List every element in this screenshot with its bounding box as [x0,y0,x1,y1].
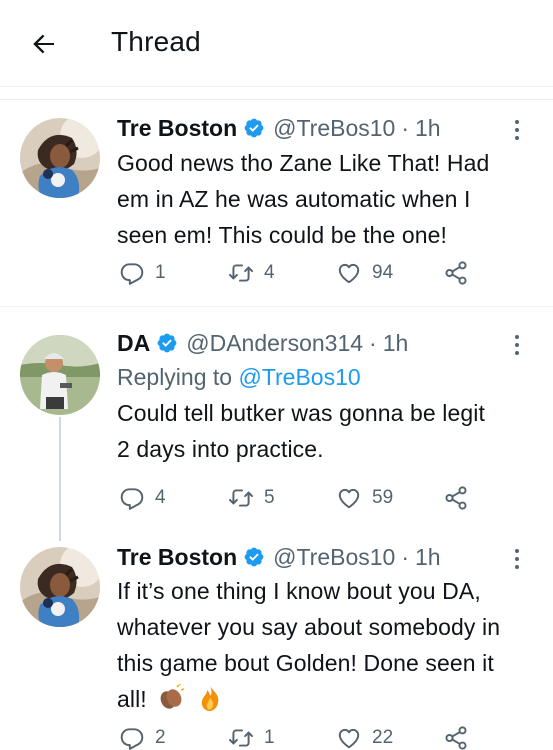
reply-button[interactable]: 1 [119,260,166,286]
replying-to-handle[interactable]: @TreBos10 [238,364,360,390]
more-icon[interactable] [507,333,527,357]
fire-emoji [201,686,219,711]
verified-badge-icon [243,117,265,139]
replying-to: Replying to @TreBos10 [117,360,523,395]
more-icon[interactable] [507,547,527,571]
separator-dot: · [369,330,377,356]
share-button[interactable] [443,725,469,750]
more-icon[interactable] [507,118,527,142]
tweet-text-line: Good news tho Zane Like That! Had [117,150,490,176]
tweet-text-line: whatever you say about somebody in [117,614,501,640]
tweet-1[interactable]: Tre Boston @TreBos10 · 1h Good news tho … [0,100,553,306]
avatar-tre-boston[interactable] [20,118,100,198]
retweet-button[interactable]: 4 [228,260,275,286]
tweet-text: If it’s one thing I know bout you DA, wh… [117,573,523,717]
reply-icon [119,725,145,750]
timestamp[interactable]: 1h [415,543,441,571]
retweet-count: 4 [264,262,275,283]
replying-to-label: Replying to [117,364,239,390]
tweet-meta: Tre Boston @TreBos10 · 1h [117,543,523,571]
tweet-text-line: seen em! This could be the one! [117,222,447,248]
like-count: 22 [372,727,394,748]
tweet-text-line: If it’s one thing I know bout you DA, [117,578,481,604]
retweet-icon [228,725,254,750]
tweet-text-line: em in AZ he was automatic when I [117,186,471,212]
like-button[interactable]: 22 [336,725,393,750]
back-button[interactable] [26,26,62,62]
tweet-text-segment: all! [117,686,147,712]
clapping-hands-emoji [160,684,185,709]
reply-button[interactable]: 2 [119,725,166,750]
share-icon [443,725,469,750]
retweet-button[interactable]: 5 [228,485,275,511]
tweet-meta: DA @DAnderson314 · 1h [117,329,523,357]
tweet-text-line: all! [117,681,523,717]
timestamp[interactable]: 1h [383,329,409,357]
like-count: 94 [372,262,394,283]
reply-count: 1 [155,262,166,283]
tweet-content: Tre Boston @TreBos10 · 1h If it’s one th… [117,543,523,717]
retweet-button[interactable]: 1 [228,725,275,750]
separator-dot: · [401,115,410,141]
reply-icon [119,260,145,286]
like-count: 59 [372,487,394,508]
reply-icon [119,485,145,511]
retweet-count: 5 [264,487,275,508]
author-name[interactable]: Tre Boston [117,114,237,142]
share-button[interactable] [443,485,469,511]
like-button[interactable]: 94 [336,260,393,286]
like-button[interactable]: 59 [336,485,393,511]
page-title: Thread [111,26,201,57]
reply-button[interactable]: 4 [119,485,166,511]
retweet-count: 1 [264,727,275,748]
tweet-text: Good news tho Zane Like That! Had em in … [117,145,523,253]
heart-icon [336,260,362,286]
thread-connector-line [59,417,61,541]
heart-icon [336,485,362,511]
tweet-text-line: 2 days into practice. [117,436,324,462]
tweet-text: Could tell butker was gonna be legit 2 d… [117,395,523,467]
author-handle[interactable]: @TreBos10 [273,114,395,142]
verified-badge-icon [243,546,265,568]
tweet-3[interactable]: Tre Boston @TreBos10 · 1h If it’s one th… [0,531,553,750]
timestamp[interactable]: 1h [415,114,441,142]
separator-dot: · [401,544,410,570]
avatar-tre-boston[interactable] [20,547,100,627]
avatar-da[interactable] [20,335,100,415]
tweet-content: DA @DAnderson314 · 1h Replying to @TreBo… [117,329,523,467]
author-name[interactable]: Tre Boston [117,543,237,571]
heart-icon [336,725,362,750]
section-gap [0,87,553,99]
arrow-left-icon [33,34,54,54]
retweet-icon [228,260,254,286]
share-icon [443,485,469,511]
thread-header: Thread [0,0,553,86]
retweet-icon [228,485,254,511]
tweet-text-line: Could tell butker was gonna be legit [117,400,485,426]
author-name[interactable]: DA [117,329,150,357]
tweet-text-line: this game bout Golden! Done seen it [117,650,494,676]
verified-badge-icon [156,332,178,354]
tweet-content: Tre Boston @TreBos10 · 1h Good news tho … [117,114,523,253]
tweet-2[interactable]: DA @DAnderson314 · 1h Replying to @TreBo… [0,307,553,541]
author-handle[interactable]: @TreBos10 [273,543,395,571]
author-handle[interactable]: @DAnderson314 [186,329,363,357]
share-icon [443,260,469,286]
tweet-meta: Tre Boston @TreBos10 · 1h [117,114,523,142]
reply-count: 4 [155,487,166,508]
reply-count: 2 [155,727,166,748]
share-button[interactable] [443,260,469,286]
